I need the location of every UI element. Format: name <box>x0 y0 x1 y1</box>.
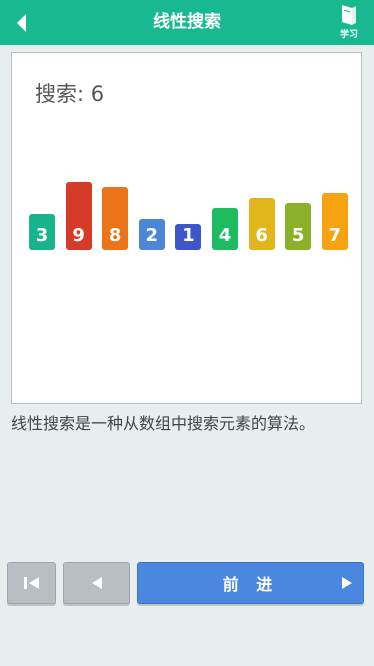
array-bar: 6 <box>248 197 275 250</box>
array-bar: 8 <box>102 187 129 250</box>
learn-label: 学习 <box>339 30 358 40</box>
array-bar: 1 <box>175 224 202 250</box>
learn-button[interactable]: 学习 <box>334 4 364 42</box>
app-header: 线性搜索 学习 <box>0 0 374 45</box>
array-bar-value: 3 <box>35 225 49 246</box>
array-bar-value: 9 <box>72 225 85 246</box>
array-bar-value: 6 <box>255 225 268 246</box>
array-bar-value: 7 <box>328 225 342 246</box>
array-bar: 7 <box>321 192 348 250</box>
triangle-right-icon <box>342 577 352 589</box>
algorithm-description: 线性搜索是一种从数组中搜索元素的算法。 <box>11 414 316 433</box>
first-step-button[interactable] <box>7 562 56 604</box>
array-bar: 9 <box>65 182 92 250</box>
search-target-label: 搜索: 6 <box>35 82 105 106</box>
triangle-left-icon <box>91 577 102 589</box>
array-bar: 4 <box>212 208 238 250</box>
array-bar-value: 2 <box>145 225 159 246</box>
array-bar: 5 <box>285 203 312 250</box>
page-title: 线性搜索 <box>153 12 221 32</box>
array-bar: 2 <box>138 218 165 250</box>
array-bar-value: 5 <box>291 225 305 246</box>
array-bar-value: 8 <box>108 225 122 246</box>
next-step-button[interactable]: 前 进 <box>137 562 364 604</box>
skip-to-start-icon <box>23 577 39 589</box>
previous-step-button[interactable] <box>63 562 130 604</box>
book-icon <box>342 5 356 25</box>
array-bar: 3 <box>29 213 55 250</box>
array-bar-value: 1 <box>182 225 195 246</box>
array-bar-value: 4 <box>218 225 232 246</box>
visualization-panel: 搜索: 6 3 9 8 2 1 4 6 5 7 <box>11 52 362 404</box>
next-step-label: 前 进 <box>222 575 279 594</box>
